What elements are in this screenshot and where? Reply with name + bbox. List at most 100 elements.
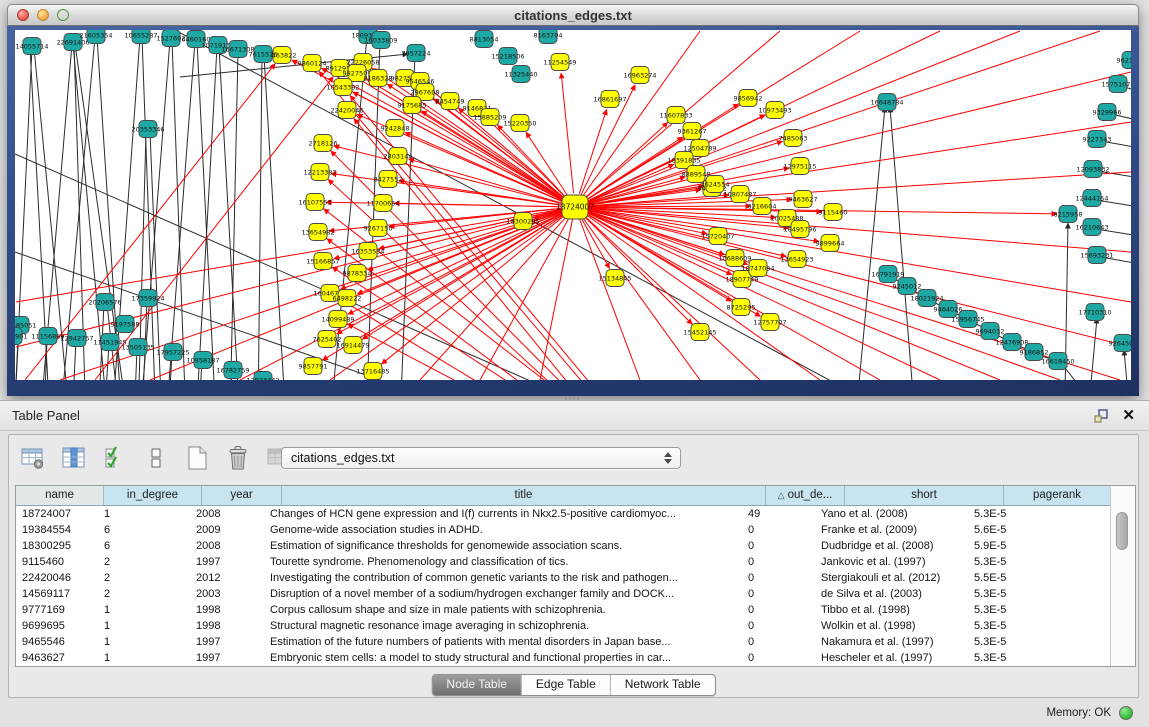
network-node[interactable]: 16963274 xyxy=(623,67,656,84)
window-titlebar[interactable]: citations_edges.txt xyxy=(7,4,1139,26)
table-scrollbar-thumb[interactable] xyxy=(1116,512,1128,550)
column-display-button[interactable] xyxy=(60,444,88,472)
network-node[interactable]: 13654923 xyxy=(780,251,813,268)
network-node[interactable]: 16210643 xyxy=(1075,219,1108,236)
column-header-title[interactable]: title xyxy=(282,486,766,506)
table-row[interactable]: 1938455462009Genome-wide association stu… xyxy=(16,522,1135,538)
table-settings-button[interactable] xyxy=(19,444,47,472)
network-node[interactable]: 8163704 xyxy=(534,30,563,44)
network-node[interactable]: 8454749 xyxy=(436,93,465,110)
cell-in_degree: 2 xyxy=(98,554,190,570)
network-node[interactable]: 7957224 xyxy=(402,45,431,62)
network-node[interactable]: 17710310 xyxy=(1078,304,1111,321)
network-node[interactable]: 16861697 xyxy=(593,91,626,108)
network-node[interactable]: 8215958 xyxy=(1054,206,1083,223)
column-header-year[interactable]: year xyxy=(202,486,282,506)
cell-short: Yano et al. (2008) xyxy=(815,506,968,522)
network-node[interactable]: 9329966 xyxy=(1093,104,1122,121)
network-viewport-frame: 1830029574638229860124891295422226058982… xyxy=(7,27,1139,396)
table-row[interactable]: 911546021997Tourette syndrome. Phenomeno… xyxy=(16,554,1135,570)
column-header-out_degree[interactable]: △out_de... xyxy=(766,486,845,506)
network-node[interactable]: 16782759 xyxy=(216,362,249,379)
network-node[interactable]: 13654982 xyxy=(301,224,334,241)
table-selector-value: citations_edges.txt xyxy=(291,451,395,465)
network-node[interactable]: 2718126 xyxy=(309,135,338,152)
network-node[interactable]: 15720407 xyxy=(701,228,734,245)
network-node[interactable]: 9227343 xyxy=(1083,131,1112,148)
network-edge-red xyxy=(16,207,575,347)
network-node[interactable]: 15218506 xyxy=(491,48,524,65)
column-header-short[interactable]: short xyxy=(845,486,1004,506)
memory-status-indicator[interactable] xyxy=(1119,706,1133,720)
network-node[interactable]: 11607833 xyxy=(659,107,692,124)
network-node[interactable]: 8813054 xyxy=(470,31,499,48)
network-node[interactable]: 6460160 xyxy=(182,31,211,48)
network-node[interactable]: 11451945 xyxy=(93,334,126,351)
cell-in_degree: 6 xyxy=(98,538,190,554)
network-node[interactable]: 15693231 xyxy=(1080,247,1113,264)
table-row[interactable]: 969969511998Structural magnetic resonanc… xyxy=(16,618,1135,634)
table-row[interactable]: 946554611997Estimation of the future num… xyxy=(16,634,1135,650)
network-node[interactable]: 22691406 xyxy=(56,34,89,51)
network-node[interactable]: 7485063 xyxy=(779,130,808,147)
select-rows-button[interactable] xyxy=(101,444,129,472)
network-node[interactable]: 9264502 xyxy=(1109,335,1131,352)
table-row[interactable]: 946362711997Embryonic stem cells: a mode… xyxy=(16,650,1135,666)
cell-year: 1997 xyxy=(190,650,264,666)
network-node[interactable]: 9621095 xyxy=(1117,52,1131,69)
network-node[interactable]: 15220350 xyxy=(503,115,536,132)
network-node[interactable]: 12757707 xyxy=(753,314,786,331)
tab-node-table[interactable]: Node Table xyxy=(432,675,521,695)
table-selector-dropdown[interactable]: citations_edges.txt xyxy=(281,447,681,469)
network-node[interactable]: 12942757 xyxy=(60,330,93,347)
network-node[interactable]: 9242848 xyxy=(381,120,410,137)
table-row[interactable]: 1456911722003Disruption of a novel membe… xyxy=(16,586,1135,602)
network-node[interactable]: 1527602 xyxy=(157,30,186,47)
float-panel-icon[interactable] xyxy=(1094,409,1109,424)
table-scrollbar-track[interactable] xyxy=(1110,486,1135,666)
network-node[interactable]: 12975115 xyxy=(783,158,816,175)
network-node[interactable]: 16914479 xyxy=(336,337,369,354)
network-node[interactable]: 12444154 xyxy=(1075,190,1108,207)
network-node[interactable]: 11325440 xyxy=(504,66,537,83)
table-body: 1872400712008Changes of HCN gene express… xyxy=(16,506,1135,666)
network-node[interactable]: 9361267 xyxy=(678,123,707,140)
table-row[interactable]: 1830029562008Estimation of significance … xyxy=(16,538,1135,554)
network-node[interactable]: 12213383 xyxy=(303,164,336,181)
network-node[interactable]: 16353534 xyxy=(351,243,384,260)
network-node[interactable]: 13505135 xyxy=(121,339,154,356)
network-node[interactable]: 20353346 xyxy=(131,121,164,138)
network-node[interactable]: 9186852 xyxy=(1020,344,1049,361)
tab-network-table[interactable]: Network Table xyxy=(610,675,715,695)
cell-pagerank: 5.3E-5 xyxy=(968,554,1069,570)
network-node[interactable]: 9878334 xyxy=(343,265,372,282)
close-panel-icon[interactable]: ✕ xyxy=(1122,406,1135,426)
table-row[interactable]: 2242004622012Investigating the contribut… xyxy=(16,570,1135,586)
create-column-button[interactable] xyxy=(183,444,211,472)
network-node[interactable]: 15452145 xyxy=(683,324,716,341)
network-node[interactable]: 16618450 xyxy=(1041,353,1074,370)
table-row[interactable]: 1872400712008Changes of HCN gene express… xyxy=(16,506,1135,522)
network-node[interactable]: 16648784 xyxy=(870,94,903,111)
network-node[interactable]: 11254549 xyxy=(543,54,576,71)
row-height-button[interactable] xyxy=(142,444,170,472)
table-panel-body: f(x) citations_edges.txt namein_degreeye… xyxy=(8,434,1139,698)
network-node[interactable]: 10655287 xyxy=(124,30,157,44)
delete-column-button[interactable] xyxy=(224,444,252,472)
network-node[interactable]: 10807487 xyxy=(723,186,756,203)
network-node[interactable]: 9115460 xyxy=(819,204,848,221)
network-node[interactable]: 2803144 xyxy=(384,148,413,165)
network-node[interactable]: 20206576 xyxy=(88,294,121,311)
network-node[interactable]: 12923442 xyxy=(246,372,279,381)
network-node[interactable]: 21605354 xyxy=(79,30,112,44)
table-row[interactable]: 977716911998Corpus callosum shape and si… xyxy=(16,602,1135,618)
network-canvas[interactable]: 1830029574638229860124891295422226058982… xyxy=(15,30,1131,380)
column-header-pagerank[interactable]: pagerank xyxy=(1004,486,1111,506)
column-header-name[interactable]: name xyxy=(16,486,104,506)
cell-in_degree: 6 xyxy=(98,522,190,538)
column-header-in_degree[interactable]: in_degree xyxy=(104,486,202,506)
network-edge-black xyxy=(197,41,216,380)
network-node[interactable]: 14055714 xyxy=(15,38,48,55)
tab-edge-table[interactable]: Edge Table xyxy=(521,675,610,695)
network-node[interactable]: 13716485 xyxy=(356,363,389,380)
